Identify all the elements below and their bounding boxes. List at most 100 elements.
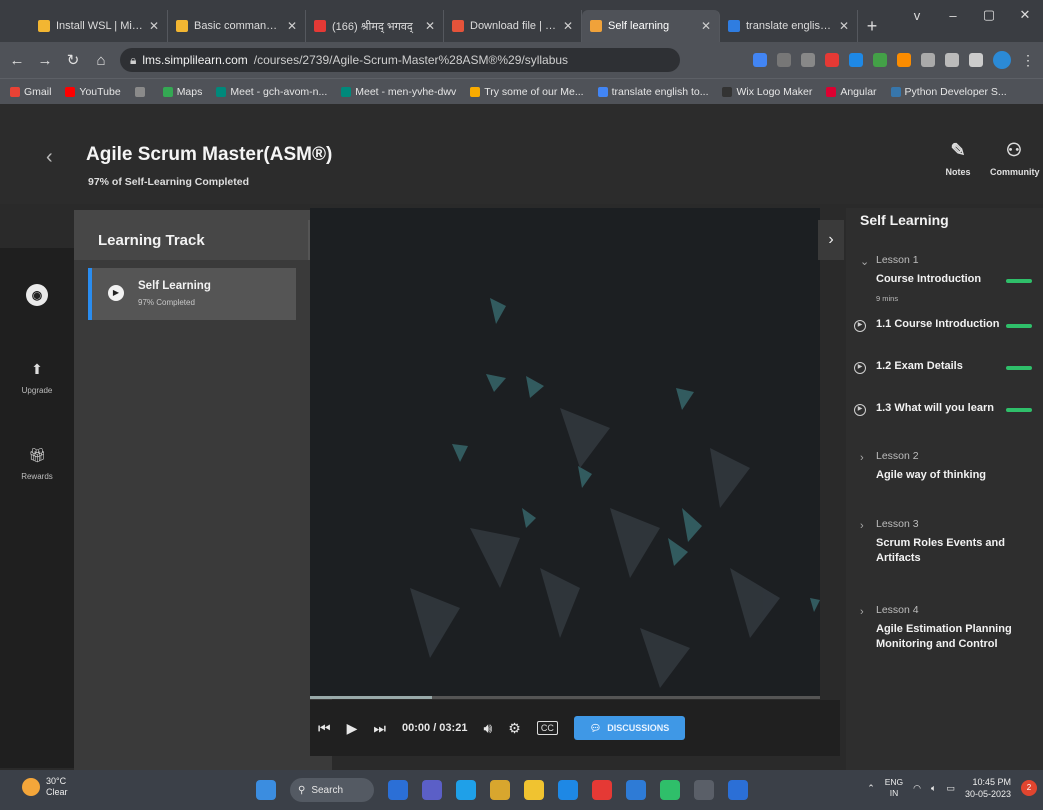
extension-icon[interactable] xyxy=(825,53,839,67)
tab-close-icon[interactable]: ✕ xyxy=(563,19,573,33)
extension-icon[interactable] xyxy=(873,53,887,67)
clock[interactable]: 10:45 PM 30-05-2023 xyxy=(965,776,1011,800)
bookmark-item[interactable]: Maps xyxy=(162,86,202,98)
lesson-1-title[interactable]: Course Introduction xyxy=(876,272,1016,287)
video-progress-bar[interactable] xyxy=(310,696,820,699)
tab-close-icon[interactable]: ✕ xyxy=(287,19,297,33)
folder-icon[interactable] xyxy=(524,780,544,800)
bookmark-item[interactable]: Try some of our Me... xyxy=(470,86,584,98)
track-item-self-learning[interactable]: ▶ Self Learning 97% Completed xyxy=(88,268,296,320)
lecture-item[interactable]: ▶ 1.1 Course Introduction xyxy=(854,318,1034,338)
chevron-right-icon[interactable]: › xyxy=(860,520,864,532)
bookmark-item[interactable]: Meet - gch-avom-n... xyxy=(216,86,327,98)
side-panel-icon[interactable] xyxy=(969,53,983,67)
app-icon[interactable] xyxy=(728,780,748,800)
reading-list-icon[interactable] xyxy=(945,53,959,67)
rail-rewards-button[interactable]: 🎁︎ Rewards xyxy=(0,444,74,481)
new-tab-button[interactable]: + xyxy=(858,10,886,42)
tab-close-icon[interactable]: ✕ xyxy=(149,19,159,33)
notification-badge[interactable]: 2 xyxy=(1021,780,1037,796)
captions-button[interactable]: CC xyxy=(536,721,558,735)
video-player[interactable] xyxy=(310,208,820,698)
minimize-icon[interactable]: – xyxy=(935,0,971,30)
volume-icon[interactable]: 🔊︎ xyxy=(483,720,492,737)
lesson-4-title[interactable]: Agile Estimation Planning Monitoring and… xyxy=(876,622,1016,652)
edge-icon[interactable] xyxy=(456,780,476,800)
bookmark-item[interactable] xyxy=(134,86,149,97)
widgets-icon[interactable] xyxy=(422,780,442,800)
battery-icon[interactable]: ▭ xyxy=(946,783,955,794)
file-explorer-icon[interactable] xyxy=(490,780,510,800)
browser-tab[interactable]: Install WSL | Microsoft ✕ xyxy=(30,10,168,42)
extension-icon[interactable] xyxy=(849,53,863,67)
lecture-item[interactable]: ▶ 1.3 What will you learn xyxy=(854,402,1034,422)
bookmark-favicon-icon xyxy=(10,86,20,97)
skip-forward-icon[interactable]: ⏭ xyxy=(373,720,386,737)
speaker-icon[interactable]: 🔈︎ xyxy=(931,783,936,794)
bookmark-item[interactable]: Python Developer S... xyxy=(890,86,1007,98)
browser-tab[interactable]: Self learning ✕ xyxy=(582,10,720,42)
profile-avatar[interactable] xyxy=(993,51,1011,69)
tab-close-icon[interactable]: ✕ xyxy=(701,19,711,33)
bookmark-item[interactable]: translate english to... xyxy=(597,86,708,98)
maximize-icon[interactable]: ▢ xyxy=(971,0,1007,30)
chevron-right-icon[interactable]: › xyxy=(860,452,864,464)
tab-close-icon[interactable]: ✕ xyxy=(839,19,849,33)
bookmark-item[interactable]: YouTube xyxy=(65,86,121,98)
bookmark-item[interactable]: Wix Logo Maker xyxy=(722,86,812,98)
language-indicator[interactable]: ENG IN xyxy=(885,777,903,799)
close-window-icon[interactable]: ✕ xyxy=(1007,0,1043,30)
community-button[interactable]: ⚇ Community xyxy=(990,140,1040,177)
rail-upgrade-button[interactable]: ⬆ Upgrade xyxy=(0,358,74,395)
weather-widget[interactable]: 30°C Clear xyxy=(22,776,68,798)
browser-tab[interactable]: Download file | iLove ✕ xyxy=(444,10,582,42)
chevron-right-icon[interactable]: › xyxy=(860,606,864,618)
bookmark-item[interactable]: Meet - men-yvhe-dwv xyxy=(341,86,456,98)
discussions-button[interactable]: 💬︎ DISCUSSIONS xyxy=(573,716,686,740)
bookmark-item[interactable]: Angular xyxy=(826,86,877,98)
bookmark-favicon-icon xyxy=(890,86,901,97)
chrome-icon[interactable] xyxy=(592,780,612,800)
whatsapp-icon[interactable] xyxy=(660,780,680,800)
chevron-up-icon[interactable]: ⌃ xyxy=(867,783,875,794)
rail-learning-button[interactable]: ◉ xyxy=(0,284,74,312)
bookmark-star-icon[interactable] xyxy=(801,53,815,67)
puzzle-icon[interactable] xyxy=(921,53,935,67)
home-icon[interactable]: ⌂ xyxy=(92,52,110,69)
task-view-icon[interactable] xyxy=(388,780,408,800)
back-chevron-icon[interactable]: ‹ xyxy=(46,146,53,169)
lesson-2-title[interactable]: Agile way of thinking xyxy=(876,468,1016,483)
next-button[interactable]: › xyxy=(818,220,844,260)
play-icon[interactable]: ▶ xyxy=(347,720,358,737)
taskbar-search[interactable]: ⚲ Search xyxy=(290,778,374,802)
menu-dots-icon[interactable]: ⋮ xyxy=(1021,52,1035,69)
lecture-title: 1.1 Course Introduction xyxy=(876,318,1000,330)
window-menu-icon[interactable]: v xyxy=(899,0,935,30)
learning-track-panel: Learning Track ‹ ▶ Self Learning 97% Com… xyxy=(74,210,332,770)
extension-icon[interactable] xyxy=(897,53,911,67)
windows-start-icon[interactable] xyxy=(256,780,276,800)
back-arrow-icon[interactable]: ← xyxy=(8,52,26,69)
lesson-3-title[interactable]: Scrum Roles Events and Artifacts xyxy=(876,536,1016,566)
reload-icon[interactable]: ↻ xyxy=(64,51,82,69)
tab-close-icon[interactable]: ✕ xyxy=(425,19,435,33)
bookmark-item[interactable]: Gmail xyxy=(10,86,51,98)
tab-favicon-icon xyxy=(314,20,326,32)
chevron-down-icon[interactable]: ⌄ xyxy=(860,255,869,268)
url-input[interactable]: 🔒︎ lms.simplilearn.com/courses/2739/Agil… xyxy=(120,48,680,72)
settings-gear-icon[interactable]: ⚙ xyxy=(508,720,521,737)
browser-tab[interactable]: (166) श्रीमद् भगवद् ✕ xyxy=(306,10,444,42)
store-icon[interactable] xyxy=(558,780,578,800)
browser-tab[interactable]: Basic commands for ✕ xyxy=(168,10,306,42)
skip-back-icon[interactable]: ⏮ xyxy=(318,720,331,737)
forward-arrow-icon[interactable]: → xyxy=(36,52,54,69)
browser-tab[interactable]: translate english to m ✕ xyxy=(720,10,858,42)
vscode-icon[interactable] xyxy=(626,780,646,800)
notes-button[interactable]: ✎ Notes xyxy=(934,140,982,177)
share-icon[interactable] xyxy=(777,53,791,67)
bookmark-favicon-icon xyxy=(134,86,145,97)
google-lens-icon[interactable] xyxy=(753,53,767,67)
wifi-icon[interactable]: ◠ xyxy=(913,783,921,794)
terminal-icon[interactable] xyxy=(694,780,714,800)
lecture-item[interactable]: ▶ 1.2 Exam Details xyxy=(854,360,1034,380)
